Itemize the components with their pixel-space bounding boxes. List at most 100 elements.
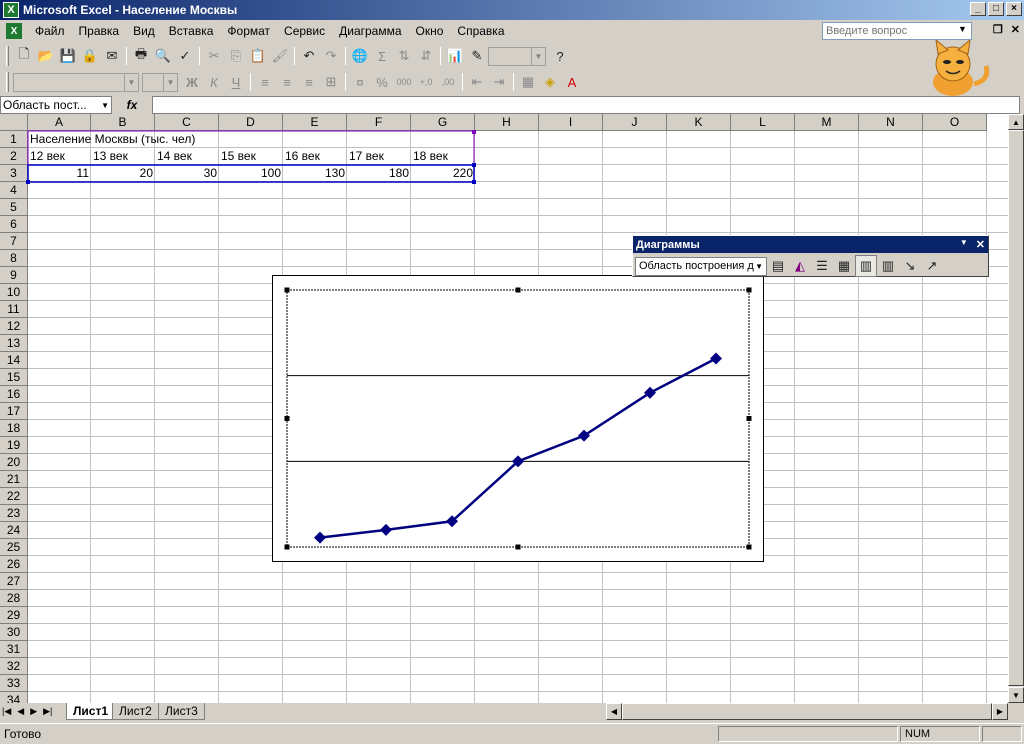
cell-header[interactable]: 17 век <box>347 148 411 165</box>
copy-icon[interactable]: ⎘ <box>225 45 247 67</box>
menu-view[interactable]: Вид <box>126 24 162 38</box>
maximize-button[interactable]: □ <box>988 2 1004 16</box>
close-icon[interactable]: ✕ <box>976 238 985 251</box>
cell-value[interactable]: 220 <box>411 165 475 182</box>
chart-objects-combo[interactable]: Область построения д ▼ <box>635 256 767 276</box>
chevron-down-icon[interactable]: ▼ <box>101 101 109 110</box>
cell-value[interactable]: 30 <box>155 165 219 182</box>
merge-center-icon[interactable]: ⊞ <box>320 71 342 93</box>
permission-icon[interactable]: 🔒 <box>79 45 101 67</box>
row-header-24[interactable]: 24 <box>0 522 28 539</box>
font-name-combo[interactable]: ▼ <box>13 72 139 92</box>
menu-insert[interactable]: Вставка <box>162 24 221 38</box>
legend-icon[interactable]: ☰ <box>811 255 833 277</box>
chart-area[interactable] <box>272 275 764 562</box>
cell-value[interactable]: 180 <box>347 165 411 182</box>
row-header-12[interactable]: 12 <box>0 318 28 335</box>
drawing-icon[interactable]: ✎ <box>466 45 488 67</box>
chart-type-icon[interactable]: ◭ <box>789 255 811 277</box>
row-header-9[interactable]: 9 <box>0 267 28 284</box>
decrease-indent-icon[interactable]: ⇤ <box>466 71 488 93</box>
prev-sheet-icon[interactable]: ◀ <box>17 706 24 717</box>
cut-icon[interactable]: ✂ <box>203 45 225 67</box>
toolbar-grip[interactable] <box>6 72 9 92</box>
row-header-27[interactable]: 27 <box>0 573 28 590</box>
selection-handle[interactable] <box>284 544 290 550</box>
row-header-10[interactable]: 10 <box>0 284 28 301</box>
spelling-icon[interactable]: ✓ <box>174 45 196 67</box>
row-header-13[interactable]: 13 <box>0 335 28 352</box>
align-left-icon[interactable]: ≡ <box>254 71 276 93</box>
workbook-icon[interactable]: X <box>6 23 22 39</box>
row-header-4[interactable]: 4 <box>0 182 28 199</box>
row-header-17[interactable]: 17 <box>0 403 28 420</box>
selection-handle[interactable] <box>746 287 752 293</box>
vertical-scrollbar[interactable]: ▲ ▼ <box>1008 114 1024 703</box>
row-header-5[interactable]: 5 <box>0 199 28 216</box>
cell-value[interactable]: 130 <box>283 165 347 182</box>
menu-window[interactable]: Окно <box>409 24 451 38</box>
print-icon[interactable]: 🖶 <box>130 45 152 67</box>
open-icon[interactable]: 📂 <box>35 45 57 67</box>
chart-wizard-icon[interactable]: 📊 <box>444 45 466 67</box>
row-header-31[interactable]: 31 <box>0 641 28 658</box>
selection-handle[interactable] <box>746 544 752 550</box>
doc-restore-button[interactable]: ❐ <box>993 23 1003 36</box>
cell-header[interactable]: 15 век <box>219 148 283 165</box>
horizontal-scrollbar[interactable]: ◀ ▶ <box>606 703 1008 720</box>
row-header-23[interactable]: 23 <box>0 505 28 522</box>
menu-edit[interactable]: Правка <box>72 24 127 38</box>
row-header-8[interactable]: 8 <box>0 250 28 267</box>
row-header-15[interactable]: 15 <box>0 369 28 386</box>
row-header-29[interactable]: 29 <box>0 607 28 624</box>
align-right-icon[interactable]: ≡ <box>298 71 320 93</box>
plot-area[interactable] <box>286 289 750 548</box>
help-search-input[interactable] <box>822 22 972 40</box>
sort-descending-icon[interactable]: ⇵ <box>415 45 437 67</box>
angle-text-up-icon[interactable]: ↗ <box>921 255 943 277</box>
help-icon[interactable]: ? <box>549 45 571 67</box>
menu-format[interactable]: Формат <box>220 24 277 38</box>
row-header-14[interactable]: 14 <box>0 352 28 369</box>
chevron-down-icon[interactable]: ▼ <box>958 24 967 34</box>
office-assistant-cat-icon[interactable] <box>908 40 998 100</box>
increase-indent-icon[interactable]: ⇥ <box>488 71 510 93</box>
row-header-32[interactable]: 32 <box>0 658 28 675</box>
menu-chart[interactable]: Диаграмма <box>332 24 408 38</box>
increase-decimal-icon[interactable]: +,0 <box>415 71 437 93</box>
series-line[interactable] <box>319 357 717 539</box>
cell-header[interactable]: 14 век <box>155 148 219 165</box>
row-header-6[interactable]: 6 <box>0 216 28 233</box>
close-button[interactable]: × <box>1006 2 1022 16</box>
selection-handle[interactable] <box>284 416 290 421</box>
zoom-combo[interactable]: ▼ <box>488 46 546 66</box>
minimize-button[interactable]: _ <box>970 2 986 16</box>
row-header-18[interactable]: 18 <box>0 420 28 437</box>
toolbar-grip[interactable] <box>6 46 9 66</box>
font-size-combo[interactable]: ▼ <box>142 72 178 92</box>
row-header-3[interactable]: 3 <box>0 165 28 182</box>
data-point[interactable] <box>380 523 392 536</box>
autosum-icon[interactable]: Σ <box>371 45 393 67</box>
chevron-down-icon[interactable]: ▼ <box>960 238 968 251</box>
cell-header[interactable]: 16 век <box>283 148 347 165</box>
save-icon[interactable]: 💾 <box>57 45 79 67</box>
row-header-25[interactable]: 25 <box>0 539 28 556</box>
row-header-2[interactable]: 2 <box>0 148 28 165</box>
italic-icon[interactable]: К <box>203 71 225 93</box>
formula-input[interactable] <box>152 96 1020 114</box>
redo-icon[interactable]: ↷ <box>320 45 342 67</box>
line-chart[interactable] <box>273 276 763 561</box>
hyperlink-icon[interactable]: 🌐 <box>349 45 371 67</box>
cell-header[interactable]: 13 век <box>91 148 155 165</box>
row-header-30[interactable]: 30 <box>0 624 28 641</box>
chart-toolbar-titlebar[interactable]: Диаграммы ▼ ✕ <box>633 236 988 253</box>
data-point[interactable] <box>710 352 722 365</box>
thousands-icon[interactable]: 000 <box>393 71 415 93</box>
align-center-icon[interactable]: ≡ <box>276 71 298 93</box>
font-color-icon[interactable]: A <box>561 71 583 93</box>
insert-function-icon[interactable]: fx <box>112 98 152 112</box>
row-header-33[interactable]: 33 <box>0 675 28 692</box>
new-icon[interactable]: 🗋 <box>13 45 35 67</box>
percent-icon[interactable]: % <box>371 71 393 93</box>
